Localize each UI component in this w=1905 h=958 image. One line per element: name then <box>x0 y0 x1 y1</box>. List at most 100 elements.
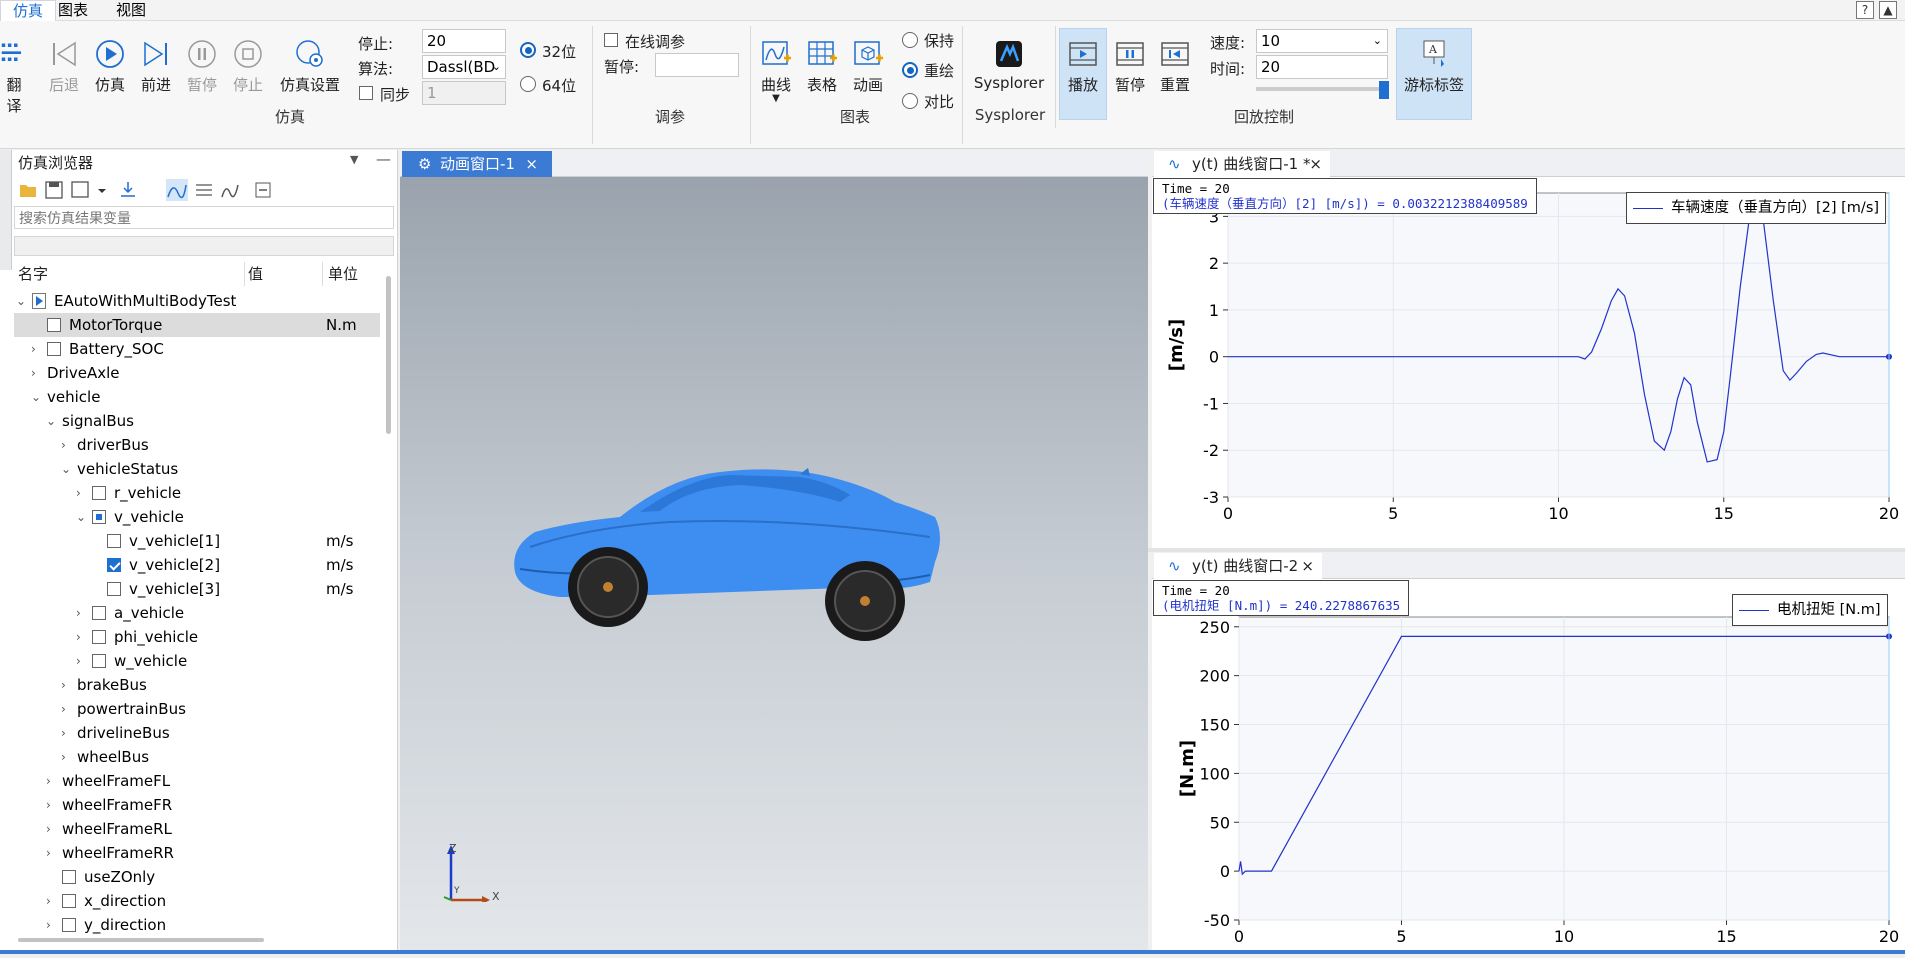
tree-horizontal-scrollbar[interactable] <box>18 938 264 942</box>
tree-row[interactable]: › DriveAxle <box>14 361 380 385</box>
tab-plot-window-1[interactable]: ∿ y(t) 曲线窗口-1 * × <box>1154 151 1330 177</box>
forward-button[interactable]: 前进 <box>136 38 176 95</box>
tree-row[interactable]: MotorTorque N.m <box>14 313 380 337</box>
collapsed-chevron-icon[interactable]: › <box>76 601 88 625</box>
time-slider-thumb[interactable] <box>1379 81 1389 99</box>
expanded-chevron-icon[interactable]: ⌄ <box>76 505 88 529</box>
sync-checkbox[interactable] <box>359 86 373 100</box>
animation-button[interactable]: 动画 <box>846 38 890 95</box>
help-icon[interactable]: ? <box>1856 1 1874 19</box>
plot1-legend[interactable]: 车辆速度（垂直方向）[2] [m/s] <box>1626 192 1887 224</box>
tree-row[interactable]: v_vehicle[2] m/s <box>14 553 380 577</box>
play-button[interactable]: 播放 <box>1059 28 1107 120</box>
variable-checkbox[interactable] <box>92 606 106 620</box>
variable-checkbox[interactable] <box>92 630 106 644</box>
tree-row[interactable]: ⌄ vehicle <box>14 385 380 409</box>
tree-row[interactable]: › brakeBus <box>14 673 380 697</box>
sync-input[interactable]: 1 <box>422 81 506 105</box>
table-button[interactable]: 表格 <box>800 38 844 95</box>
online-tune-checkbox[interactable] <box>604 33 618 47</box>
collapsed-chevron-icon[interactable]: › <box>61 721 73 745</box>
tree-row[interactable]: ⌄ v_vehicle <box>14 505 380 529</box>
collapsed-chevron-icon[interactable]: › <box>76 481 88 505</box>
column-name[interactable]: 名字 <box>18 262 48 286</box>
menu-view[interactable]: 视图 <box>104 0 158 21</box>
collapsed-chevron-icon[interactable]: › <box>46 769 58 793</box>
collapsed-chevron-icon[interactable]: › <box>61 745 73 769</box>
column-unit[interactable]: 单位 <box>328 262 358 286</box>
collapsed-chevron-icon[interactable]: › <box>31 337 43 361</box>
tree-row[interactable]: › w_vehicle <box>14 649 380 673</box>
tree-row[interactable]: v_vehicle[1] m/s <box>14 529 380 553</box>
plot1-area[interactable]: 0 5 10 15 20 3 2 1 0 -1 -2 -3 [m/s] <box>1152 177 1905 549</box>
tree-row[interactable]: › driverBus <box>14 433 380 457</box>
browser-search-input[interactable]: 搜索仿真结果变量 <box>14 206 394 229</box>
collapse-ribbon-icon[interactable]: ▲ <box>1879 1 1897 19</box>
tree-row[interactable]: › wheelFrameRR <box>14 841 380 865</box>
animation-viewport[interactable] <box>400 177 1148 954</box>
close-icon[interactable]: × <box>1301 553 1314 579</box>
variable-checkbox[interactable] <box>62 870 76 884</box>
stop-time-input[interactable]: 20 <box>422 29 506 53</box>
collapsed-chevron-icon[interactable]: › <box>61 433 73 457</box>
expanded-chevron-icon[interactable]: ⌄ <box>31 385 43 409</box>
tree-row[interactable]: › x_direction <box>14 889 380 913</box>
collapsed-chevron-icon[interactable]: › <box>46 841 58 865</box>
side-dock-tab[interactable] <box>0 150 12 270</box>
tree-row[interactable]: › powertrainBus <box>14 697 380 721</box>
tree-row[interactable]: › y_direction <box>14 913 380 937</box>
collapsed-chevron-icon[interactable]: › <box>46 817 58 841</box>
time-input[interactable]: 20 <box>1256 55 1388 79</box>
tree-row[interactable]: ⌄ vehicleStatus <box>14 457 380 481</box>
expanded-chevron-icon[interactable]: ⌄ <box>61 457 73 481</box>
collapsed-chevron-icon[interactable]: › <box>46 889 58 913</box>
pause-button[interactable]: 暂停 <box>182 38 222 95</box>
back-button[interactable]: 后退 <box>44 38 84 95</box>
plot1-chart[interactable]: 0 5 10 15 203210-1-2-3[m/s] <box>1152 177 1905 549</box>
tree-row[interactable]: v_vehicle[3] m/s <box>14 577 380 601</box>
cursor-label-button[interactable]: A 游标标签 <box>1396 28 1472 120</box>
collapsed-chevron-icon[interactable]: › <box>76 649 88 673</box>
time-slider-track[interactable] <box>1256 87 1384 91</box>
tree-row[interactable]: › r_vehicle <box>14 481 380 505</box>
variable-checkbox[interactable] <box>47 318 61 332</box>
tree-row[interactable]: › wheelFrameFL <box>14 769 380 793</box>
tree-row[interactable]: › a_vehicle <box>14 601 380 625</box>
translate-button[interactable]: 翻译 <box>0 38 28 116</box>
collapsed-chevron-icon[interactable]: › <box>46 793 58 817</box>
tab-plot-window-2[interactable]: ∿ y(t) 曲线窗口-2 × <box>1154 553 1322 579</box>
collapsed-chevron-icon[interactable]: › <box>76 625 88 649</box>
bit64-radio[interactable] <box>520 76 536 92</box>
collapsed-chevron-icon[interactable]: › <box>61 697 73 721</box>
tree-row[interactable]: › phi_vehicle <box>14 625 380 649</box>
tree-row[interactable]: › wheelBus <box>14 745 380 769</box>
menu-chart[interactable]: 图表 <box>46 0 100 21</box>
expanded-chevron-icon[interactable]: ⌄ <box>16 289 28 313</box>
panel-minimize-icon[interactable]: — <box>376 150 391 168</box>
playback-pause-button[interactable]: 暂停 <box>1108 38 1152 95</box>
variable-checkbox[interactable] <box>107 534 121 548</box>
variable-checkbox[interactable] <box>62 918 76 932</box>
algorithm-select[interactable]: Dassl(BD ⌄ <box>422 55 506 79</box>
tree-row[interactable]: › wheelFrameFR <box>14 793 380 817</box>
variable-checkbox[interactable] <box>107 582 121 596</box>
overlay-radio[interactable] <box>902 62 918 78</box>
tree-vertical-scrollbar[interactable] <box>386 276 391 434</box>
column-value[interactable]: 值 <box>248 262 263 286</box>
plot2-legend[interactable]: 电机扭矩 [N.m] <box>1732 594 1888 626</box>
tree-row[interactable]: › wheelFrameRL <box>14 817 380 841</box>
tune-pause-input[interactable] <box>655 53 739 77</box>
plot2-area[interactable]: 0 5 10 15 20 250 200 150 100 50 0 -50 [N.m] <box>1152 579 1905 951</box>
collapsed-chevron-icon[interactable]: › <box>61 673 73 697</box>
tree-row[interactable]: ⌄ EAutoWithMultiBodyTest <box>14 289 380 313</box>
panel-menu-icon[interactable]: ▼ <box>350 153 358 166</box>
simulate-button[interactable]: 仿真 <box>90 38 130 95</box>
variable-checkbox[interactable] <box>92 510 106 524</box>
close-icon[interactable]: × <box>1309 151 1322 177</box>
sim-settings-button[interactable]: 仿真设置 <box>276 38 344 95</box>
tab-animation-window[interactable]: ⚙ 动画窗口-1 × <box>402 151 552 177</box>
variable-checkbox[interactable] <box>92 486 106 500</box>
expanded-chevron-icon[interactable]: ⌄ <box>46 409 58 433</box>
variable-checkbox[interactable] <box>47 342 61 356</box>
tree-row[interactable]: › drivelineBus <box>14 721 380 745</box>
